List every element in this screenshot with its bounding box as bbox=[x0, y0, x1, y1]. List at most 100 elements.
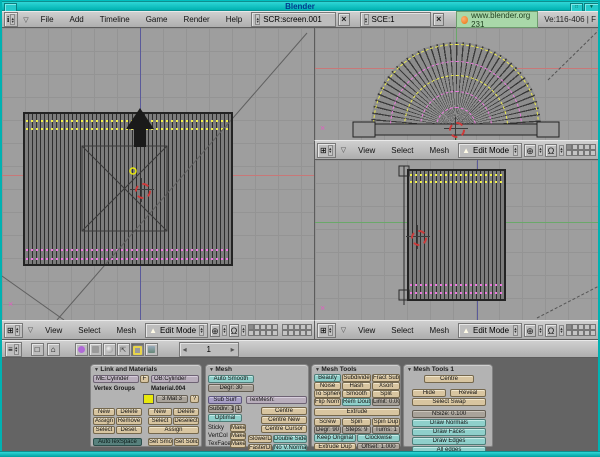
stepper[interactable]: ▲▼ bbox=[364, 14, 369, 25]
stepper[interactable]: ▲▼ bbox=[513, 145, 518, 156]
vgroup-deselect-button[interactable]: Desel. bbox=[116, 426, 142, 434]
material-deselect-button[interactable]: Deselect bbox=[173, 417, 199, 425]
stepper[interactable]: ▲▼ bbox=[538, 145, 543, 156]
screen-delete-button[interactable]: × bbox=[338, 13, 349, 26]
menu-mesh[interactable]: Mesh bbox=[423, 146, 457, 155]
to-sphere-button[interactable]: To Sphere bbox=[314, 390, 341, 398]
stepper[interactable]: ▲▼ bbox=[15, 325, 20, 336]
collapse-menus-icon[interactable]: ▽ bbox=[338, 146, 349, 154]
stepper[interactable]: ▲▼ bbox=[255, 14, 260, 25]
spin-dup-button[interactable]: Spin Dup bbox=[372, 418, 400, 426]
editor-type-selector[interactable]: i ▲▼ bbox=[4, 12, 18, 27]
frame-next-icon[interactable]: ▸ bbox=[231, 345, 235, 354]
slower-draw-button[interactable]: SlowerDraw bbox=[248, 435, 272, 443]
stepper[interactable]: ▲▼ bbox=[328, 145, 333, 156]
collapse-menus-icon[interactable]: ▽ bbox=[25, 326, 36, 334]
stepper[interactable]: ▲▼ bbox=[10, 14, 15, 25]
editor-type-selector[interactable]: ⊞ ▲▼ bbox=[317, 323, 336, 338]
vgroup-delete-button[interactable]: Delete bbox=[116, 408, 142, 416]
subdivide-button[interactable]: Subdivide bbox=[342, 374, 371, 382]
stepper[interactable]: ▲▼ bbox=[14, 344, 19, 355]
editor-type-selector[interactable]: ≡ ▲▼ bbox=[5, 342, 22, 357]
scene-name-field[interactable]: SCE:1 bbox=[372, 15, 395, 24]
nsize-field[interactable]: NSize: 0.100 bbox=[412, 410, 486, 418]
layer-buttons[interactable] bbox=[248, 324, 278, 336]
screen-name-field[interactable]: SCR:screen.001 bbox=[263, 15, 322, 24]
menu-select[interactable]: Select bbox=[384, 326, 420, 335]
spin-button[interactable]: Spin bbox=[342, 418, 371, 426]
mesh-name-field[interactable]: ME:Cylinder bbox=[93, 375, 139, 383]
rotation-pivot-icon[interactable]: Ω bbox=[229, 324, 239, 337]
viewport-top[interactable]: × bbox=[314, 28, 598, 140]
menu-render[interactable]: Render bbox=[176, 15, 216, 24]
fract-subd-button[interactable]: Fract Subd bbox=[372, 374, 400, 382]
3d-cursor[interactable] bbox=[134, 182, 150, 198]
flip-normals-button[interactable]: Flip Normals bbox=[314, 398, 341, 406]
offset-field[interactable]: Offset: 1.000 bbox=[357, 443, 400, 450]
menu-mesh[interactable]: Mesh bbox=[110, 326, 144, 335]
layer-buttons[interactable] bbox=[566, 144, 596, 156]
frame-number-field[interactable]: ◂ 1 ▸ bbox=[179, 342, 239, 357]
menu-view[interactable]: View bbox=[351, 146, 382, 155]
frame-prev-icon[interactable]: ◂ bbox=[183, 345, 187, 354]
panel-mesh-tools-1[interactable]: ▼ Mesh Tools 1 Centre Hide Reveal Select… bbox=[403, 364, 493, 447]
panel-mesh-tools[interactable]: ▼ Mesh Tools Beauty Subdivide Fract Subd… bbox=[311, 364, 401, 447]
texface-make-button[interactable]: Make bbox=[230, 440, 246, 448]
centre-button[interactable]: Centre bbox=[424, 375, 474, 383]
draw-mode-globe-icon[interactable]: ⊕ bbox=[524, 144, 536, 157]
autotexspace-toggle[interactable]: AutoTexSpace bbox=[93, 438, 142, 446]
menu-game[interactable]: Game bbox=[139, 15, 175, 24]
draw-mode-globe-icon[interactable]: ⊕ bbox=[524, 324, 536, 337]
smooth-button[interactable]: Smooth bbox=[342, 390, 371, 398]
mode-dropdown[interactable]: ▲ Edit Mode ▲▼ bbox=[458, 323, 522, 338]
degr90-field[interactable]: Degr: 90 bbox=[314, 426, 341, 434]
menu-file[interactable]: File bbox=[34, 15, 61, 24]
object-context-icon[interactable]: ⇱ bbox=[117, 343, 130, 356]
rotation-pivot-icon[interactable]: Ω bbox=[545, 144, 557, 157]
3d-cursor[interactable] bbox=[448, 121, 464, 137]
subsurf-toggle[interactable]: Sub Surf bbox=[208, 396, 242, 404]
extrude-dup-button[interactable]: Extrude Dup bbox=[314, 443, 356, 450]
viewport-side[interactable]: × bbox=[314, 160, 598, 320]
layer-buttons[interactable] bbox=[282, 324, 312, 336]
window-titlebar[interactable]: Blender □ ▼ bbox=[1, 1, 599, 11]
set-smooth-button[interactable]: Set Smooth bbox=[148, 438, 173, 446]
material-new-button[interactable]: New bbox=[148, 408, 172, 416]
screen-browser[interactable]: ▲▼ SCR:screen.001 bbox=[251, 12, 336, 27]
scene-delete-button[interactable]: × bbox=[433, 13, 444, 26]
menu-mesh[interactable]: Mesh bbox=[423, 326, 457, 335]
draw-mode-globe-icon[interactable]: ⊕ bbox=[210, 324, 220, 337]
shading-context-icon[interactable] bbox=[103, 343, 116, 356]
collapse-menus-icon[interactable]: ▽ bbox=[20, 16, 31, 24]
material-assign-button[interactable]: Assign bbox=[148, 426, 199, 434]
scene-context-icon[interactable] bbox=[145, 343, 158, 356]
sticky-make-button[interactable]: Make bbox=[230, 424, 246, 432]
subdiv-render-field[interactable]: 1 bbox=[235, 405, 242, 413]
reveal-button[interactable]: Reveal bbox=[450, 389, 486, 397]
stepper[interactable]: ▲▼ bbox=[328, 325, 333, 336]
vgroup-select-button[interactable]: Select bbox=[93, 426, 115, 434]
panels-icon[interactable]: □ bbox=[31, 343, 44, 356]
auto-smooth-toggle[interactable]: Auto Smooth bbox=[208, 375, 254, 383]
material-color-swatch[interactable] bbox=[143, 394, 154, 404]
turns-field[interactable]: Turns: 1 bbox=[372, 426, 400, 434]
object-name-field[interactable]: OB:Cylinder bbox=[151, 375, 199, 383]
steps-field[interactable]: Steps: 9 bbox=[342, 426, 371, 434]
xsort-button[interactable]: Xsort bbox=[372, 382, 400, 390]
logic-context-icon[interactable] bbox=[75, 343, 88, 356]
stepper[interactable]: ▲▼ bbox=[559, 325, 564, 336]
centre-cursor-button[interactable]: Centre Cursor bbox=[261, 425, 307, 433]
centre-new-button[interactable]: Centre New bbox=[261, 416, 307, 424]
draw-edges-toggle[interactable]: Draw Edges bbox=[412, 437, 486, 445]
texmesh-field[interactable]: TexMesh: bbox=[246, 396, 307, 404]
material-index-stepper[interactable]: 3 Mat 3 bbox=[156, 395, 188, 403]
editor-type-selector[interactable]: ⊞ ▲▼ bbox=[317, 143, 336, 158]
viewport-front[interactable]: × bbox=[2, 28, 314, 320]
rotation-pivot-icon[interactable]: Ω bbox=[545, 324, 557, 337]
hash-button[interactable]: Hash bbox=[342, 382, 371, 390]
centre-button[interactable]: Centre bbox=[261, 407, 307, 415]
vgroup-remove-button[interactable]: Remove bbox=[116, 417, 142, 425]
stepper[interactable]: ▲▼ bbox=[241, 325, 246, 336]
subdiv-field[interactable]: Subdiv: 1 bbox=[208, 405, 234, 413]
vgroup-new-button[interactable]: New bbox=[93, 408, 115, 416]
